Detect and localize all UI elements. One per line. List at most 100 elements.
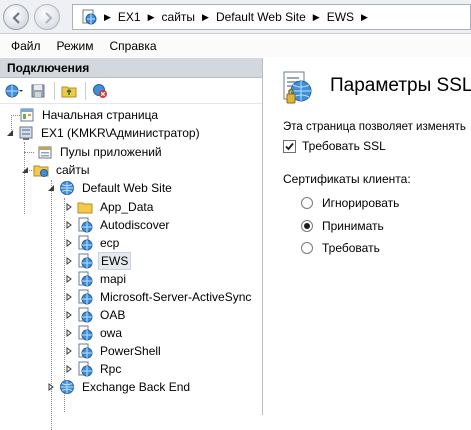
- disconnect-icon: [93, 83, 107, 98]
- breadcrumb-separator: ▶: [202, 11, 209, 22]
- app-pool-icon: [36, 143, 54, 161]
- collapse-arrow-icon[interactable]: [64, 256, 74, 266]
- web-app-icon: [76, 252, 94, 270]
- tree-item-default-web-site[interactable]: Default Web Site: [46, 179, 174, 197]
- collapse-arrow-icon[interactable]: [64, 202, 74, 212]
- globe-icon: [58, 179, 76, 197]
- folder-icon: [76, 198, 94, 216]
- expand-arrow-icon[interactable]: [20, 165, 30, 175]
- web-app-icon: [76, 360, 94, 378]
- tree-label: PowerShell: [100, 344, 161, 358]
- breadcrumb[interactable]: ▶ EX1 ▶ сайты ▶ Default Web Site ▶ EWS ▶: [72, 4, 471, 30]
- tree-label: Microsoft-Server-ActiveSync: [100, 290, 252, 304]
- web-app-icon: [76, 270, 94, 288]
- tree-item-server[interactable]: EX1 (KMKR\Администратор): [5, 124, 202, 142]
- checkbox-box[interactable]: [283, 139, 296, 153]
- menu-bar: Файл Режим Справка: [0, 35, 471, 57]
- ssl-settings-icon: [281, 70, 315, 109]
- sites-folder-icon: [32, 161, 50, 179]
- radio-button[interactable]: [301, 197, 313, 209]
- breadcrumb-separator: ▶: [361, 11, 368, 22]
- tree-label: ecp: [100, 236, 120, 250]
- tree-label: OAB: [100, 308, 126, 322]
- back-button[interactable]: [3, 4, 29, 30]
- web-app-icon: [76, 234, 94, 252]
- tree-label: Начальная страница: [42, 108, 159, 122]
- tree-item-activesync[interactable]: Microsoft-Server-ActiveSync: [64, 288, 253, 306]
- web-app-icon: [76, 288, 94, 306]
- tree-connector: [24, 152, 34, 153]
- toolbar-separator: [54, 81, 55, 100]
- breadcrumb-default-web-site[interactable]: Default Web Site: [216, 10, 306, 24]
- tree-item-ecp[interactable]: ecp: [64, 234, 121, 252]
- breadcrumb-sites[interactable]: сайты: [162, 10, 196, 24]
- tree-label: owa: [100, 326, 123, 340]
- breadcrumb-separator: ▶: [147, 11, 155, 22]
- tree-label: EX1 (KMKR\Администратор): [41, 126, 200, 140]
- forward-button[interactable]: [34, 4, 60, 30]
- tree-item-start-page[interactable]: Начальная страница: [18, 106, 160, 124]
- page-description: Эта страница позволяет изменять: [283, 121, 466, 133]
- radio-label: Принимать: [322, 219, 384, 233]
- tree-item-oab[interactable]: OAB: [64, 306, 127, 324]
- checkmark-icon: [285, 142, 294, 150]
- radio-ignore[interactable]: Игнорировать: [301, 196, 399, 210]
- connect-button[interactable]: [3, 80, 25, 102]
- require-ssl-label: Требовать SSL: [302, 139, 386, 153]
- web-app-icon: [76, 324, 94, 342]
- radio-require[interactable]: Требовать: [301, 241, 380, 255]
- menu-help[interactable]: Справка: [110, 39, 157, 53]
- collapse-arrow-icon[interactable]: [64, 292, 74, 302]
- collapse-arrow-icon[interactable]: [64, 274, 74, 284]
- tree-item-mapi[interactable]: mapi: [64, 270, 128, 288]
- collapse-arrow-icon[interactable]: [64, 328, 74, 338]
- tree-label: Пулы приложений: [60, 145, 162, 159]
- collapse-arrow-icon[interactable]: [64, 346, 74, 356]
- connections-header: Подключения: [0, 58, 262, 78]
- radio-dot-icon: [304, 223, 310, 229]
- ssl-settings-pane: Параметры SSL Эта страница позволяет изм…: [264, 58, 471, 415]
- breadcrumb-ex1[interactable]: EX1: [118, 10, 141, 24]
- expand-arrow-icon[interactable]: [5, 128, 15, 138]
- tree-item-powershell[interactable]: PowerShell: [64, 342, 163, 360]
- web-app-icon: [76, 342, 94, 360]
- up-folder-button[interactable]: [58, 80, 80, 102]
- radio-label: Игнорировать: [322, 196, 400, 210]
- collapse-arrow-icon[interactable]: [64, 364, 74, 374]
- globe-icon: [58, 378, 76, 396]
- radio-button[interactable]: [301, 242, 313, 254]
- page-title: Параметры SSL: [330, 75, 471, 96]
- tree-item-owa[interactable]: owa: [64, 324, 124, 342]
- breadcrumb-separator: ▶: [104, 11, 111, 22]
- menu-file[interactable]: Файл: [11, 39, 41, 53]
- radio-button-selected[interactable]: [301, 220, 313, 232]
- server-icon: [17, 124, 35, 142]
- tree-item-rpc[interactable]: Rpc: [64, 360, 123, 378]
- tree-item-autodiscover[interactable]: Autodiscover: [64, 216, 171, 234]
- tree-item-sites[interactable]: сайты: [20, 161, 92, 179]
- tree-label: сайты: [56, 163, 90, 177]
- menu-view[interactable]: Режим: [57, 39, 94, 53]
- folder-up-icon: [61, 86, 77, 97]
- save-button[interactable]: [27, 80, 49, 102]
- floppy-icon: [31, 84, 45, 97]
- disconnect-button[interactable]: [89, 80, 111, 102]
- collapse-arrow-icon[interactable]: [46, 382, 56, 392]
- tree-item-app-pools[interactable]: Пулы приложений: [36, 143, 164, 161]
- web-app-icon: [76, 216, 94, 234]
- collapse-arrow-icon[interactable]: [64, 310, 74, 320]
- require-ssl-checkbox[interactable]: Требовать SSL: [283, 139, 386, 153]
- tree-label: Default Web Site: [82, 181, 172, 195]
- tree-item-ews[interactable]: EWS: [64, 252, 132, 270]
- tree-label: EWS: [98, 252, 132, 270]
- home-page-icon: [18, 106, 36, 124]
- connections-pane: Подключения Начальная страница EX1 (KMKR…: [0, 58, 263, 430]
- tree-item-app-data[interactable]: App_Data: [64, 198, 155, 216]
- breadcrumb-ews[interactable]: EWS: [327, 10, 354, 24]
- radio-accept[interactable]: Принимать: [301, 219, 384, 233]
- expand-arrow-icon[interactable]: [46, 183, 56, 193]
- tree-item-exchange-back-end[interactable]: Exchange Back End: [46, 378, 192, 396]
- page-globe-icon: [82, 9, 97, 25]
- collapse-arrow-icon[interactable]: [64, 220, 74, 230]
- collapse-arrow-icon[interactable]: [64, 238, 74, 248]
